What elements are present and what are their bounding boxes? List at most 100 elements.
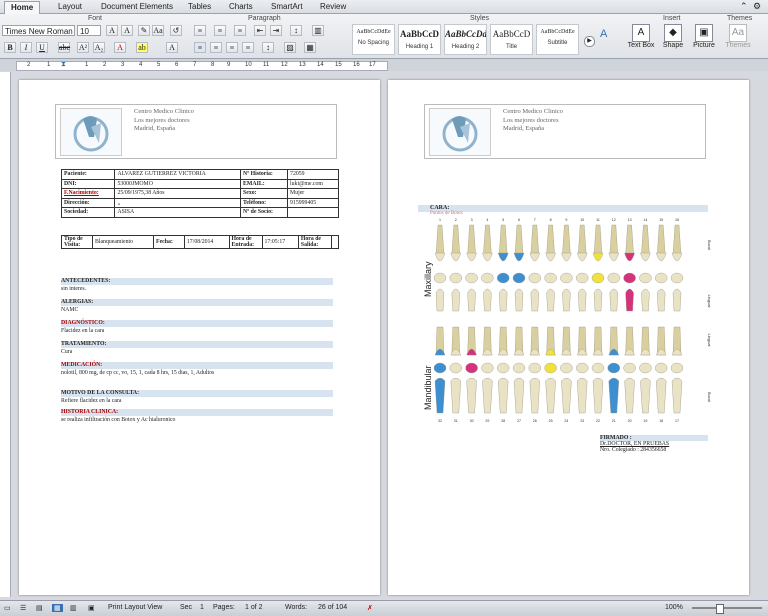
outline-view-icon[interactable]: ☰ [20, 604, 26, 612]
maxillary-label: Maxillary [423, 261, 433, 297]
print-layout-icon[interactable]: ▦ [52, 604, 63, 612]
sort-icon[interactable]: ↕ [290, 25, 302, 36]
section-tratamiento: TRATAMIENTO: Cura [61, 341, 333, 356]
teeth-diagram[interactable]: 1322313304295286277268259241023112212211… [418, 215, 714, 430]
tooth-bucal [466, 377, 477, 414]
tooth-bucal [608, 377, 620, 414]
tooth-occlusal [639, 362, 652, 374]
tooth-lingual [577, 288, 587, 312]
gear-icon[interactable]: ⚙ [753, 1, 761, 12]
tooth-number: 3 [471, 218, 473, 222]
style-preview: AaBbCcDdEe [540, 29, 575, 35]
clear-formatting-icon[interactable]: ↺ [170, 25, 182, 36]
tab-home[interactable]: Home [4, 1, 41, 14]
zoom-slider-handle[interactable] [716, 604, 724, 614]
borders-icon[interactable]: ▦ [304, 42, 316, 53]
ribbon-tab-bar: Home Layout Document Elements Tables Cha… [0, 0, 768, 14]
ruler-number: 15 [335, 62, 342, 68]
ruler-scale[interactable]: 2 1 ⧗ 1 2 3 4 5 6 7 8 9 10 11 12 13 14 1… [16, 61, 388, 71]
decrease-indent-icon[interactable]: ⇤ [254, 25, 266, 36]
multilevel-list-icon[interactable]: ≡ [234, 25, 246, 36]
tooth-occlusal [607, 362, 621, 374]
font-size-select[interactable]: 10 [77, 25, 101, 36]
subscript-button[interactable]: A₂ [93, 42, 105, 53]
spelling-check-icon[interactable]: ✗ [367, 604, 373, 612]
align-right-icon[interactable]: ≡ [226, 42, 238, 53]
grow-font-button[interactable]: A [106, 25, 118, 36]
table-cell: 25/09/1975,38 Años [114, 188, 242, 199]
tooth-number: 10 [580, 218, 584, 222]
numbering-icon[interactable]: ≡ [214, 25, 226, 36]
font-color-button[interactable]: A [114, 42, 126, 53]
bold-button[interactable]: B [4, 42, 16, 53]
increase-indent-icon[interactable]: ⇥ [270, 25, 282, 36]
tooth-occlusal [512, 272, 526, 284]
style-title[interactable]: AaBbCcD Title [490, 24, 533, 55]
publishing-view-icon[interactable]: ▤ [36, 604, 43, 612]
align-left-icon[interactable]: ≡ [194, 42, 206, 53]
style-heading-2[interactable]: AaBbCcDd Heading 2 [444, 24, 487, 55]
page-1[interactable]: Centro Medico Clinico Los mejores doctor… [19, 80, 380, 595]
tooth-crown [529, 252, 541, 262]
vertical-ruler[interactable] [0, 72, 11, 597]
tooth-lingual [530, 288, 540, 312]
zoom-slider[interactable] [692, 607, 762, 609]
font-name-select[interactable]: Times New Roman [2, 25, 75, 36]
line-spacing-icon[interactable]: ↕ [262, 42, 274, 53]
section-value: Cura [61, 349, 73, 355]
table-cell: luki@me.com [287, 178, 339, 189]
full-screen-icon[interactable]: ▣ [88, 604, 95, 612]
themes-button[interactable]: Aa Themes [724, 24, 752, 49]
tab-charts[interactable]: Charts [223, 1, 259, 13]
insert-text-box-button[interactable]: A Text Box [627, 24, 655, 49]
shrink-font-button[interactable]: A [121, 25, 133, 36]
tooth-occlusal [465, 362, 478, 374]
table-cell: ALVAREZ GUTIERREZ VICTORIA [114, 169, 242, 180]
style-subtitle[interactable]: AaBbCcDdEe Subtitle [536, 24, 579, 55]
italic-button[interactable]: I [20, 42, 32, 53]
styles-scroll-icon[interactable]: ▶ [584, 36, 595, 47]
draft-view-icon[interactable]: ▭ [4, 604, 11, 612]
text-effects-icon[interactable]: A [166, 42, 178, 53]
table-cell: Nº Historia: [240, 169, 289, 180]
clinic-tagline: Los mejores doctores [134, 116, 190, 124]
insert-label: Picture [693, 42, 715, 49]
tooth-number: 15 [659, 218, 663, 222]
underline-button[interactable]: U [36, 42, 48, 53]
indent-marker-icon[interactable]: ⧗ [61, 61, 66, 69]
format-painter-icon[interactable]: ✎ [138, 25, 150, 36]
notebook-view-icon[interactable]: ▥ [70, 604, 77, 612]
tooth-bucal [529, 377, 541, 414]
style-heading-1[interactable]: AaBbCcD Heading 1 [398, 24, 441, 55]
strikethrough-button[interactable]: abc [58, 42, 70, 53]
columns-icon[interactable]: ▥ [312, 25, 324, 36]
change-case-button[interactable]: Aa [152, 25, 164, 36]
superscript-button[interactable]: A² [77, 42, 89, 53]
tooth-bucal [655, 377, 667, 414]
tooth-bucal [640, 377, 651, 414]
tooth-root [656, 224, 666, 256]
tab-layout[interactable]: Layout [52, 1, 88, 13]
shading-icon[interactable]: ▨ [284, 42, 296, 53]
tab-smartart[interactable]: SmartArt [265, 1, 309, 13]
collapse-ribbon-icon[interactable]: ⌃ [740, 1, 748, 12]
page-2[interactable]: Centro Medico Clinico Los mejores doctor… [388, 80, 749, 595]
style-no-spacing[interactable]: AaBbCcDdEe No Spacing [352, 24, 395, 55]
insert-shape-button[interactable]: ◆ Shape [659, 24, 687, 49]
tooth-lingual [609, 288, 619, 312]
tooth-lingual [546, 288, 555, 312]
styles-pane-icon[interactable]: A [600, 28, 607, 40]
justify-icon[interactable]: ≡ [242, 42, 254, 53]
tab-review[interactable]: Review [314, 1, 352, 13]
insert-picture-button[interactable]: ▣ Picture [690, 24, 718, 49]
align-center-icon[interactable]: ≡ [210, 42, 222, 53]
highlight-button[interactable]: ab [136, 42, 148, 53]
tab-document-elements[interactable]: Document Elements [95, 1, 179, 13]
tooth-occlusal [623, 272, 636, 284]
dental-chart[interactable]: 1 32 2 31 3 30 4 29 5 28 6 27 7 26 8 25 9 24 10 23 11 22 12 21 1… [418, 215, 714, 430]
table-cell: 17:05:17 [261, 235, 299, 249]
tooth-lingual [641, 288, 650, 312]
tooth-number: 23 [580, 419, 584, 423]
bullets-icon[interactable]: ≡ [194, 25, 206, 36]
tab-tables[interactable]: Tables [182, 1, 217, 13]
